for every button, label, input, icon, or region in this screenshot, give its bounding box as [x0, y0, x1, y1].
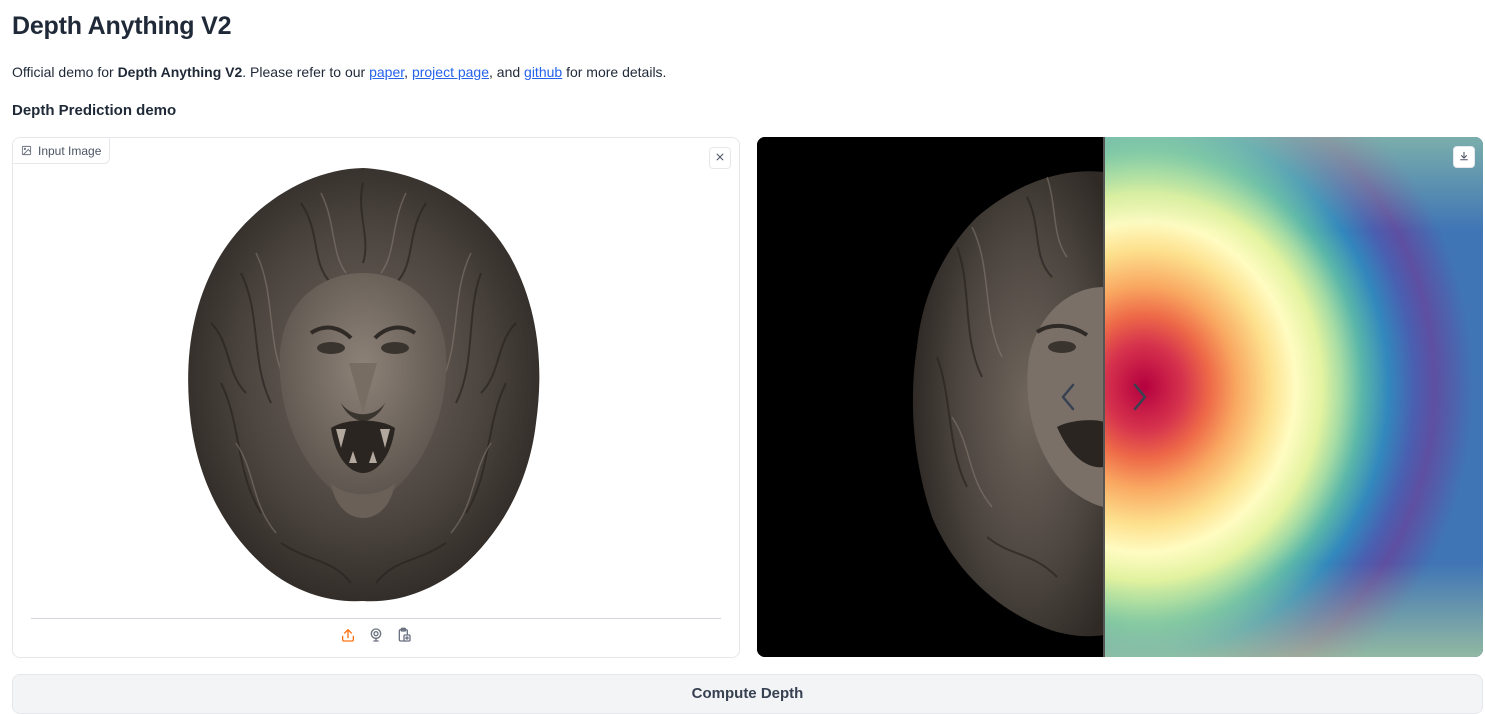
- chevron-left-icon: [1057, 383, 1081, 415]
- compute-depth-button[interactable]: Compute Depth: [12, 674, 1483, 714]
- input-image-label-text: Input Image: [38, 143, 102, 158]
- input-image-label: Input Image: [13, 138, 111, 164]
- webcam-source-button[interactable]: [366, 627, 386, 647]
- source-divider: [31, 618, 721, 619]
- depth-map-half: [1104, 137, 1483, 657]
- source-selector: [13, 627, 739, 647]
- input-image: [181, 163, 546, 603]
- original-image-half: [757, 137, 1104, 657]
- download-button[interactable]: [1453, 146, 1475, 168]
- slider-left-arrow[interactable]: [1057, 383, 1081, 411]
- clipboard-icon: [396, 627, 412, 648]
- github-link[interactable]: github: [524, 64, 562, 80]
- description-sep1: ,: [404, 64, 412, 80]
- image-icon: [21, 145, 32, 156]
- chevron-right-icon: [1127, 383, 1151, 415]
- description-suffix: for more details.: [562, 64, 667, 80]
- description-sep2: , and: [489, 64, 525, 80]
- section-title: Depth Prediction demo: [12, 102, 177, 119]
- slider-divider[interactable]: [1103, 137, 1105, 657]
- close-icon: [715, 149, 725, 167]
- description-prefix: Official demo for: [12, 64, 118, 80]
- webcam-icon: [368, 627, 384, 648]
- description-middle: . Please refer to our: [242, 64, 370, 80]
- slider-right-arrow[interactable]: [1127, 383, 1151, 411]
- page-description: Official demo for Depth Anything V2. Ple…: [12, 64, 666, 80]
- page-title: Depth Anything V2: [12, 12, 232, 40]
- depth-output-slider[interactable]: [757, 137, 1483, 657]
- clipboard-source-button[interactable]: [394, 627, 414, 647]
- upload-source-button[interactable]: [338, 627, 358, 647]
- project-page-link[interactable]: project page: [412, 64, 489, 80]
- download-icon: [1459, 148, 1469, 166]
- upload-icon: [340, 627, 356, 648]
- paper-link[interactable]: paper: [369, 64, 404, 80]
- clear-image-button[interactable]: [709, 147, 731, 169]
- description-bold: Depth Anything V2: [117, 64, 243, 80]
- input-image-panel[interactable]: Input Image: [12, 137, 740, 658]
